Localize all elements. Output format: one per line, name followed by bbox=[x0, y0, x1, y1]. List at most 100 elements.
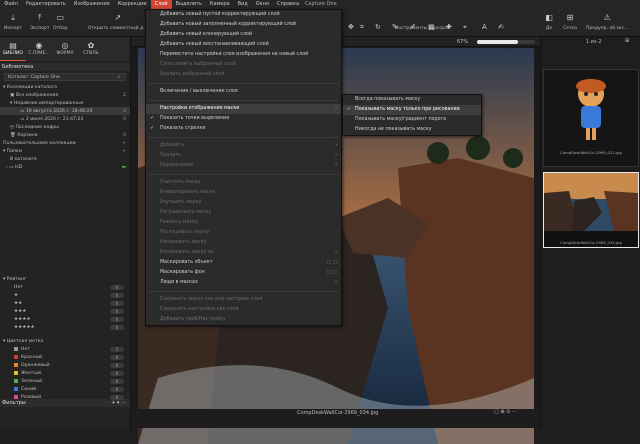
folders-header[interactable]: ▾ Папки + bbox=[0, 147, 130, 155]
grid-button[interactable]: ⊞ Сетка bbox=[563, 9, 577, 31]
hd-item[interactable]: › ▭ HD ▬ bbox=[0, 163, 130, 171]
menu-camera[interactable]: Камера bbox=[206, 0, 234, 9]
text-tool-icon[interactable]: A bbox=[482, 23, 487, 31]
menu-item[interactable]: Настройки отображения маски › bbox=[146, 104, 341, 114]
menu-item[interactable]: Сохранить настройки как слой bbox=[146, 305, 341, 315]
menu-item[interactable]: ✓ Показать стрелки bbox=[146, 124, 341, 134]
rating-row[interactable]: ★★★★★ 0 bbox=[0, 323, 130, 331]
tab-capture[interactable]: ◉ С.ПРИЕ... bbox=[26, 37, 52, 61]
catalog-dropdown[interactable]: Каталог: Capture One + bbox=[4, 73, 126, 81]
preview-warning-button[interactable]: ⚠ Предупр. об экс... bbox=[586, 9, 628, 31]
menu-item[interactable]: Включение / выключение слоя bbox=[146, 87, 341, 97]
ratings-header[interactable]: ▾ Рейтинг bbox=[0, 275, 130, 283]
tab-style[interactable]: ✿ СТИЛЬ bbox=[78, 37, 104, 61]
menu-item[interactable]: Очистить маску bbox=[146, 178, 341, 188]
catalog-collections[interactable]: ▾ Коллекции каталога bbox=[0, 83, 130, 91]
menu-item[interactable]: Никогда не показывать маску bbox=[343, 125, 481, 135]
library-header[interactable]: Библиотека bbox=[0, 63, 130, 71]
annotate-tool-icon[interactable]: ✍ bbox=[498, 23, 504, 31]
import-button[interactable]: ⤓ Импорт bbox=[4, 9, 22, 31]
menu-item[interactable]: Копировать маску из › bbox=[146, 248, 341, 258]
menu-item-label: Показывать маску/градиент порога bbox=[355, 117, 447, 122]
color-row[interactable]: Розовый 0 bbox=[0, 393, 130, 401]
tab-lens[interactable]: ◎ ФОРМА bbox=[52, 37, 78, 61]
add-folder-icon[interactable]: + bbox=[122, 149, 126, 154]
in-catalog-item[interactable]: В каталоге bbox=[0, 155, 130, 163]
zoom-value[interactable]: 67% bbox=[457, 39, 468, 45]
menu-item[interactable]: Добавить новый восстанавливающий слой bbox=[146, 40, 341, 50]
color-row[interactable]: Желтый 0 bbox=[0, 369, 130, 377]
tab-library[interactable]: ▤ БИБЛИО bbox=[0, 37, 26, 61]
menu-view[interactable]: Вид bbox=[234, 0, 252, 9]
color-row[interactable]: Нет 2 bbox=[0, 345, 130, 353]
menu-item[interactable]: Копировать маску bbox=[146, 238, 341, 248]
menu-item[interactable]: Пересечение › bbox=[146, 161, 341, 171]
menu-item[interactable]: Всегда показывать маску bbox=[343, 95, 481, 105]
rating-row[interactable]: ★★ 0 bbox=[0, 299, 130, 307]
menu-item[interactable]: Добавить › bbox=[146, 141, 341, 151]
menu-item[interactable]: ✓ Показывать маску только при рисовании bbox=[343, 105, 481, 115]
menu-layer[interactable]: Слой bbox=[150, 0, 172, 9]
zoom-slider[interactable] bbox=[477, 40, 535, 44]
menu-item[interactable]: Люди в масках › bbox=[146, 278, 341, 288]
recent-imports-item[interactable]: ▾ Недавние импортированные bbox=[0, 99, 130, 107]
rating-row[interactable]: ★ 0 bbox=[0, 291, 130, 299]
menu-adjustments[interactable]: Коррекции bbox=[114, 0, 151, 9]
color-row-label: Зеленый bbox=[21, 378, 43, 384]
menu-item[interactable]: Инвертировать маску bbox=[146, 188, 341, 198]
add-icon[interactable]: + bbox=[117, 75, 121, 80]
compare-icon[interactable]: ▢ ⊕ ⊙ ⋯ bbox=[494, 409, 517, 415]
menu-item[interactable]: Маскировать объект ▢ ▢ bbox=[146, 258, 341, 268]
menu-edit[interactable]: Редактировать bbox=[22, 0, 70, 9]
open-variant-button[interactable]: ↗ Открыть совместный д... bbox=[88, 9, 147, 31]
menu-item[interactable]: Регулировать маску bbox=[146, 208, 341, 218]
menu-select[interactable]: Выделить bbox=[172, 0, 206, 9]
color-row[interactable]: Синий 0 bbox=[0, 385, 130, 393]
menu-help[interactable]: Справка bbox=[273, 0, 303, 9]
rating-row[interactable]: Нет 0 bbox=[0, 283, 130, 291]
menu-item[interactable]: Показывать маску/градиент порога bbox=[343, 115, 481, 125]
rotate-tool-icon[interactable]: ↻ bbox=[375, 23, 381, 31]
grid-view-icon[interactable]: ⊞ bbox=[625, 38, 629, 44]
menu-item[interactable]: Добавить гриб/Настройку bbox=[146, 315, 341, 325]
import-item-2[interactable]: ▭ 2 июля 2026 г. 21:47:23 0 bbox=[0, 115, 130, 123]
menu-file[interactable]: Файл bbox=[0, 0, 22, 9]
menu-item[interactable]: Добавить новый клонирующий слой bbox=[146, 30, 341, 40]
rating-row[interactable]: ★★★★ 0 bbox=[0, 315, 130, 323]
import-item-1[interactable]: ▭ 19 августа 2026 г. 18:48:24 2 bbox=[0, 107, 130, 115]
color-row[interactable]: Зеленый 0 bbox=[0, 377, 130, 385]
add-collection-icon[interactable]: + bbox=[122, 141, 126, 146]
menu-item[interactable]: ✓ Показать точки выделения bbox=[146, 114, 341, 124]
menu-window[interactable]: Окно bbox=[252, 0, 273, 9]
export-button[interactable]: ⤒ Экспорт bbox=[30, 9, 50, 31]
menu-item[interactable]: Улучшить маску bbox=[146, 198, 341, 208]
color-row[interactable]: Оранжевый 0 bbox=[0, 361, 130, 369]
picker-tool-icon[interactable]: ⌖ bbox=[463, 23, 467, 32]
in-catalog-label: В каталоге bbox=[10, 156, 37, 162]
menu-item[interactable]: Удалить выбранный слой bbox=[146, 70, 341, 80]
thumbnail-2[interactable]: CompDeskWallCol-2969_034.jpg bbox=[543, 172, 639, 248]
color-header[interactable]: ▾ Цветная метка bbox=[0, 337, 130, 345]
menu-item[interactable]: Добавить новый заполненный корректирующи… bbox=[146, 20, 341, 30]
menu-item[interactable]: Сохранить маску как ряд настроек слоя bbox=[146, 295, 341, 305]
user-collections[interactable]: Пользовательские коллекции + bbox=[0, 139, 130, 147]
trash-item[interactable]: 🗑 Корзина 0 bbox=[0, 131, 130, 139]
color-row[interactable]: Красный 0 bbox=[0, 353, 130, 361]
thumbnail-1-caption: CompDeskWallCol-2969_022.jpg bbox=[560, 150, 622, 155]
recent-captures-item[interactable]: ◷ Последние кадры bbox=[0, 123, 130, 131]
crop-tool-icon[interactable]: ⌗ bbox=[360, 23, 364, 32]
menu-item[interactable]: Маскировать фон ▢ ▢ bbox=[146, 268, 341, 278]
menu-item[interactable]: Переместите настройки слоя изображения н… bbox=[146, 50, 341, 60]
menu-item[interactable]: Размыть маску bbox=[146, 218, 341, 228]
pan-tool-icon[interactable]: ✥ bbox=[348, 23, 354, 31]
rating-row[interactable]: ★★★ 0 bbox=[0, 307, 130, 315]
menu-item[interactable]: Удалить › bbox=[146, 151, 341, 161]
before-button[interactable]: ◧ До bbox=[544, 9, 554, 31]
menu-item[interactable]: Добавить новый пустой корректирующий сло… bbox=[146, 10, 341, 20]
select-button[interactable]: ▭ Отбор bbox=[53, 9, 68, 31]
menu-item[interactable]: Растушевать маску bbox=[146, 228, 341, 238]
menu-image[interactable]: Изображение bbox=[70, 0, 114, 9]
thumbnail-1[interactable]: CompDeskWallCol-2969_022.jpg bbox=[543, 69, 639, 167]
menu-item[interactable]: Сопоставить выбранный слой bbox=[146, 60, 341, 70]
all-images-item[interactable]: ▣ Все изображения 2 bbox=[0, 91, 130, 99]
